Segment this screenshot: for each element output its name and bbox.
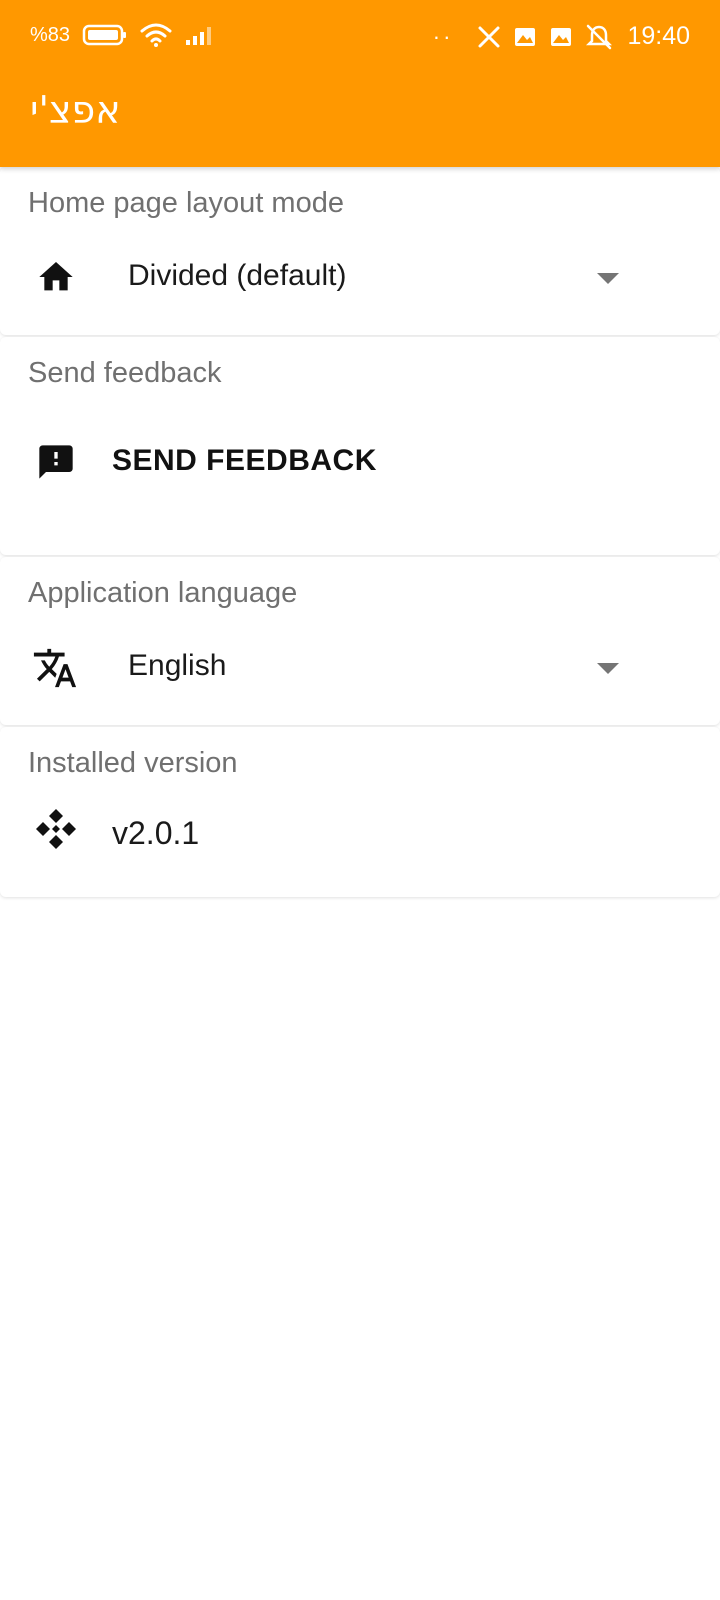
chevron-down-icon xyxy=(597,663,619,674)
wifi-icon xyxy=(140,22,172,48)
feedback-label: Send feedback xyxy=(28,357,222,389)
status-bar: %83 ·· 19:40 xyxy=(0,0,720,70)
language-value: English xyxy=(128,649,227,682)
app-title: אפצ'י xyxy=(30,88,121,132)
clock: 19:40 xyxy=(627,22,690,50)
overflow-dots: ·· xyxy=(432,23,454,49)
battery-icon xyxy=(82,23,128,47)
x-app-icon xyxy=(477,25,501,49)
language-label: Application language xyxy=(28,577,298,609)
battery-percent: %83 xyxy=(30,23,71,46)
layout-mode-label: Home page layout mode xyxy=(28,187,344,219)
feedback-card: Send feedback SEND FEEDBACK xyxy=(0,337,720,555)
diamonds-icon xyxy=(34,807,78,851)
chevron-down-icon xyxy=(597,273,619,284)
layout-mode-value: Divided (default) xyxy=(128,259,347,292)
language-dropdown[interactable]: English xyxy=(0,627,720,707)
feedback-icon xyxy=(36,442,76,482)
signal-icon xyxy=(184,24,216,46)
app-bar: %83 ·· 19:40 אפצ'י xyxy=(0,0,720,167)
send-feedback-label: SEND FEEDBACK xyxy=(112,444,377,477)
image-notification-icon xyxy=(549,25,573,49)
layout-mode-card: Home page layout mode Divided (default) xyxy=(0,167,720,335)
image-notification-icon xyxy=(513,25,537,49)
language-card: Application language English xyxy=(0,557,720,725)
version-card: Installed version v2.0.1 xyxy=(0,727,720,897)
layout-mode-dropdown[interactable]: Divided (default) xyxy=(0,237,720,317)
send-feedback-button[interactable]: SEND FEEDBACK xyxy=(0,412,720,512)
vibrate-off-icon xyxy=(585,24,613,50)
version-label: Installed version xyxy=(28,747,238,779)
version-value: v2.0.1 xyxy=(112,815,200,851)
home-icon xyxy=(36,257,76,297)
translate-icon xyxy=(32,645,78,691)
